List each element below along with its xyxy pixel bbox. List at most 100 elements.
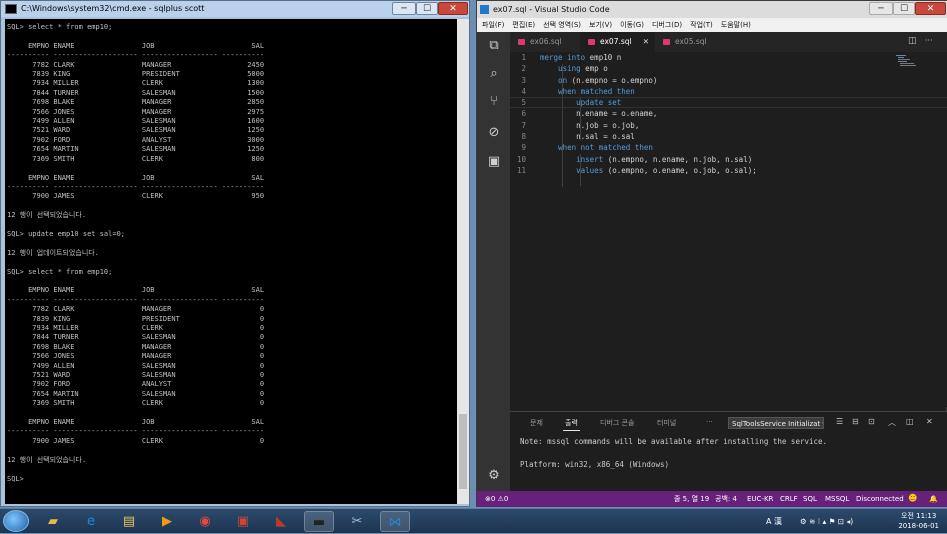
start-button[interactable] [3,510,29,532]
console-line: 12 행이 선택되었습니다. [7,211,87,220]
lock-scroll-icon[interactable]: ⊟ [852,417,859,426]
panel-more-icon[interactable]: ··· [706,418,713,426]
split-editor-icon[interactable]: ◫ [908,36,917,46]
code-editor[interactable]: 1 merge into emp10 n2 using emp o3 on (n.… [510,52,947,407]
console-line: 7521 WARD SALESMAN 1250 [7,126,265,135]
panel-tab-problems[interactable]: 문제 [530,418,543,428]
vscode-minimize-button[interactable]: ─ [869,2,893,15]
cmd-minimize-button[interactable]: ─ [392,2,416,15]
output-channel-select[interactable]: SqlToolsService Initializat ▾ [728,417,824,429]
extensions-icon[interactable]: ▣ [486,154,502,170]
cmd-scrollbar-thumb[interactable] [459,414,467,489]
more-actions-icon[interactable]: ··· [925,36,933,45]
search-icon[interactable]: ⌕ [486,66,502,82]
tab-ex07[interactable]: ex07.sql ✕ [580,32,655,52]
maximize-panel-icon[interactable]: ︿ [888,417,896,428]
line-number: 9 [521,143,526,153]
status-eol[interactable]: CRLF [780,491,798,507]
cmd-close-button[interactable]: ✕ [438,2,468,15]
editor-tabs: ex06.sql ex07.sql ✕ ex05.sql ◫ ··· [510,32,947,52]
vscode-close-button[interactable]: ✕ [915,2,946,15]
panel-tab-debug-console[interactable]: 디버그 콘솔 [600,418,634,428]
console-line: 7654 MARTIN SALESMAN 1250 [7,145,265,154]
tab-ex06[interactable]: ex06.sql [510,32,580,52]
status-server[interactable]: MSSQL [825,491,849,507]
vscode-title: ex07.sql - Visual Studio Code [493,5,610,14]
internet-explorer-icon[interactable]: e [76,511,106,532]
panel-tab-output[interactable]: 출력 [563,418,580,431]
file-explorer-icon[interactable]: ▤ [114,511,144,532]
source-control-icon[interactable]: ⑂ [486,94,502,110]
clear-output-icon[interactable]: ☰ [836,417,843,426]
code-line: 7 n.job = o.job, [510,120,757,131]
status-indentation[interactable]: 공백: 4 [715,491,737,507]
code-line: 3 on (n.empno = o.empno) [510,75,757,86]
settings-gear-icon[interactable]: ⚙ [486,468,502,484]
code-line: 8 n.sal = o.sal [510,131,757,142]
code-text: n.job = o.job, [540,120,640,130]
code-text: emp o [580,64,608,74]
presentation-icon[interactable]: ▣ [228,511,258,532]
system-tray-icons[interactable]: ⚙ ≋ ⁝ ▴ ⚑ ⊡ ◂) [800,509,853,534]
line-number: 2 [521,64,526,74]
cmd-scrollbar[interactable] [457,19,469,504]
status-connection[interactable]: Disconnected [856,491,904,507]
cmd-maximize-button[interactable]: ☐ [416,2,438,15]
output-panel: 문제 출력 디버그 콘솔 터미널 ··· SqlToolsService Ini… [510,411,947,491]
cmd-title-bar[interactable]: C:\Windows\system32\cmd.exe - sqlplus sc… [1,1,469,17]
close-panel-icon[interactable]: ✕ [926,417,933,426]
panel-tabs: 문제 출력 디버그 콘솔 터미널 ··· SqlToolsService Ini… [510,412,947,434]
menu-item[interactable]: 선택 영역(S) [543,18,581,32]
menu-item[interactable]: 작업(T) [690,18,713,32]
snipping-tool-icon[interactable]: ✂ [342,511,372,532]
line-number: 7 [521,120,526,130]
chrome-icon[interactable]: ◉ [190,511,220,532]
vscode-taskbar-icon[interactable]: ⋈ [380,511,410,532]
status-language[interactable]: SQL [803,491,817,507]
vscode-maximize-button[interactable]: ☐ [893,2,915,15]
console-line: 7566 JONES MANAGER 0 [7,352,265,361]
panel-tab-terminal[interactable]: 터미널 [657,418,676,428]
console-line: EMPNO ENAME JOB SAL [7,173,265,182]
menu-item[interactable]: 파일(F) [482,18,504,32]
pdf-reader-icon[interactable]: ◣ [266,511,296,532]
menu-item[interactable]: 편집(E) [512,18,535,32]
notifications-bell-icon[interactable]: 🔔 [929,491,938,507]
menu-item[interactable]: 도움말(H) [721,18,751,32]
minimap[interactable] [896,54,918,66]
menu-item[interactable]: 보기(V) [589,18,612,32]
output-line: Platform: win32, x86_64 (Windows) [520,460,670,469]
explorer-icon[interactable]: ⧉ [486,38,502,54]
console-line: 7698 BLAKE MANAGER 2850 [7,98,265,107]
code-text: n.sal = o.sal [540,132,635,142]
code-keyword: when matched then [540,86,635,96]
status-cursor-position[interactable]: 줄 5, 열 19 [674,491,709,507]
menu-item[interactable]: 이동(G) [620,18,644,32]
console-line: EMPNO ENAME JOB SAL [7,286,265,295]
clock-time: 오전 11:13 [901,512,937,520]
cmd-taskbar-icon[interactable]: ▬ [304,511,334,532]
tab-close-icon[interactable]: ✕ [643,32,649,52]
panel-layout-icon[interactable]: ◫ [906,417,914,426]
explorer-folder-icon[interactable]: ▰ [38,511,68,532]
line-number: 1 [521,53,526,62]
feedback-smiley-icon[interactable]: ☻ [908,491,917,507]
debug-icon[interactable]: ⊘ [486,125,502,141]
console-line: EMPNO ENAME JOB SAL [7,41,265,50]
status-problems[interactable]: ⊗0 ⚠0 [485,491,508,507]
vscode-title-bar[interactable]: ex07.sql - Visual Studio Code ─ ☐ ✕ [477,1,947,18]
taskbar-clock[interactable]: 오전 11:13 2018-06-01 [898,511,939,531]
console-line: 7369 SMITH CLERK 0 [7,399,265,408]
console-line: 7839 KING PRESIDENT 5000 [7,70,265,79]
code-text: emp10 n [585,53,622,62]
code-keyword: when not matched then [540,143,653,153]
code-keyword: on [540,75,568,85]
cmd-console[interactable]: SQL> select * from emp10; EMPNO ENAME JO… [5,19,457,504]
tab-ex05[interactable]: ex05.sql [655,32,725,52]
status-encoding[interactable]: EUC-KR [747,491,773,507]
open-log-icon[interactable]: ⊡ [868,417,875,426]
line-number: 10 [516,154,526,164]
ime-indicator[interactable]: A 漢 [766,509,782,534]
media-player-icon[interactable]: ▶ [152,511,182,532]
menu-item[interactable]: 디버그(D) [652,18,682,32]
